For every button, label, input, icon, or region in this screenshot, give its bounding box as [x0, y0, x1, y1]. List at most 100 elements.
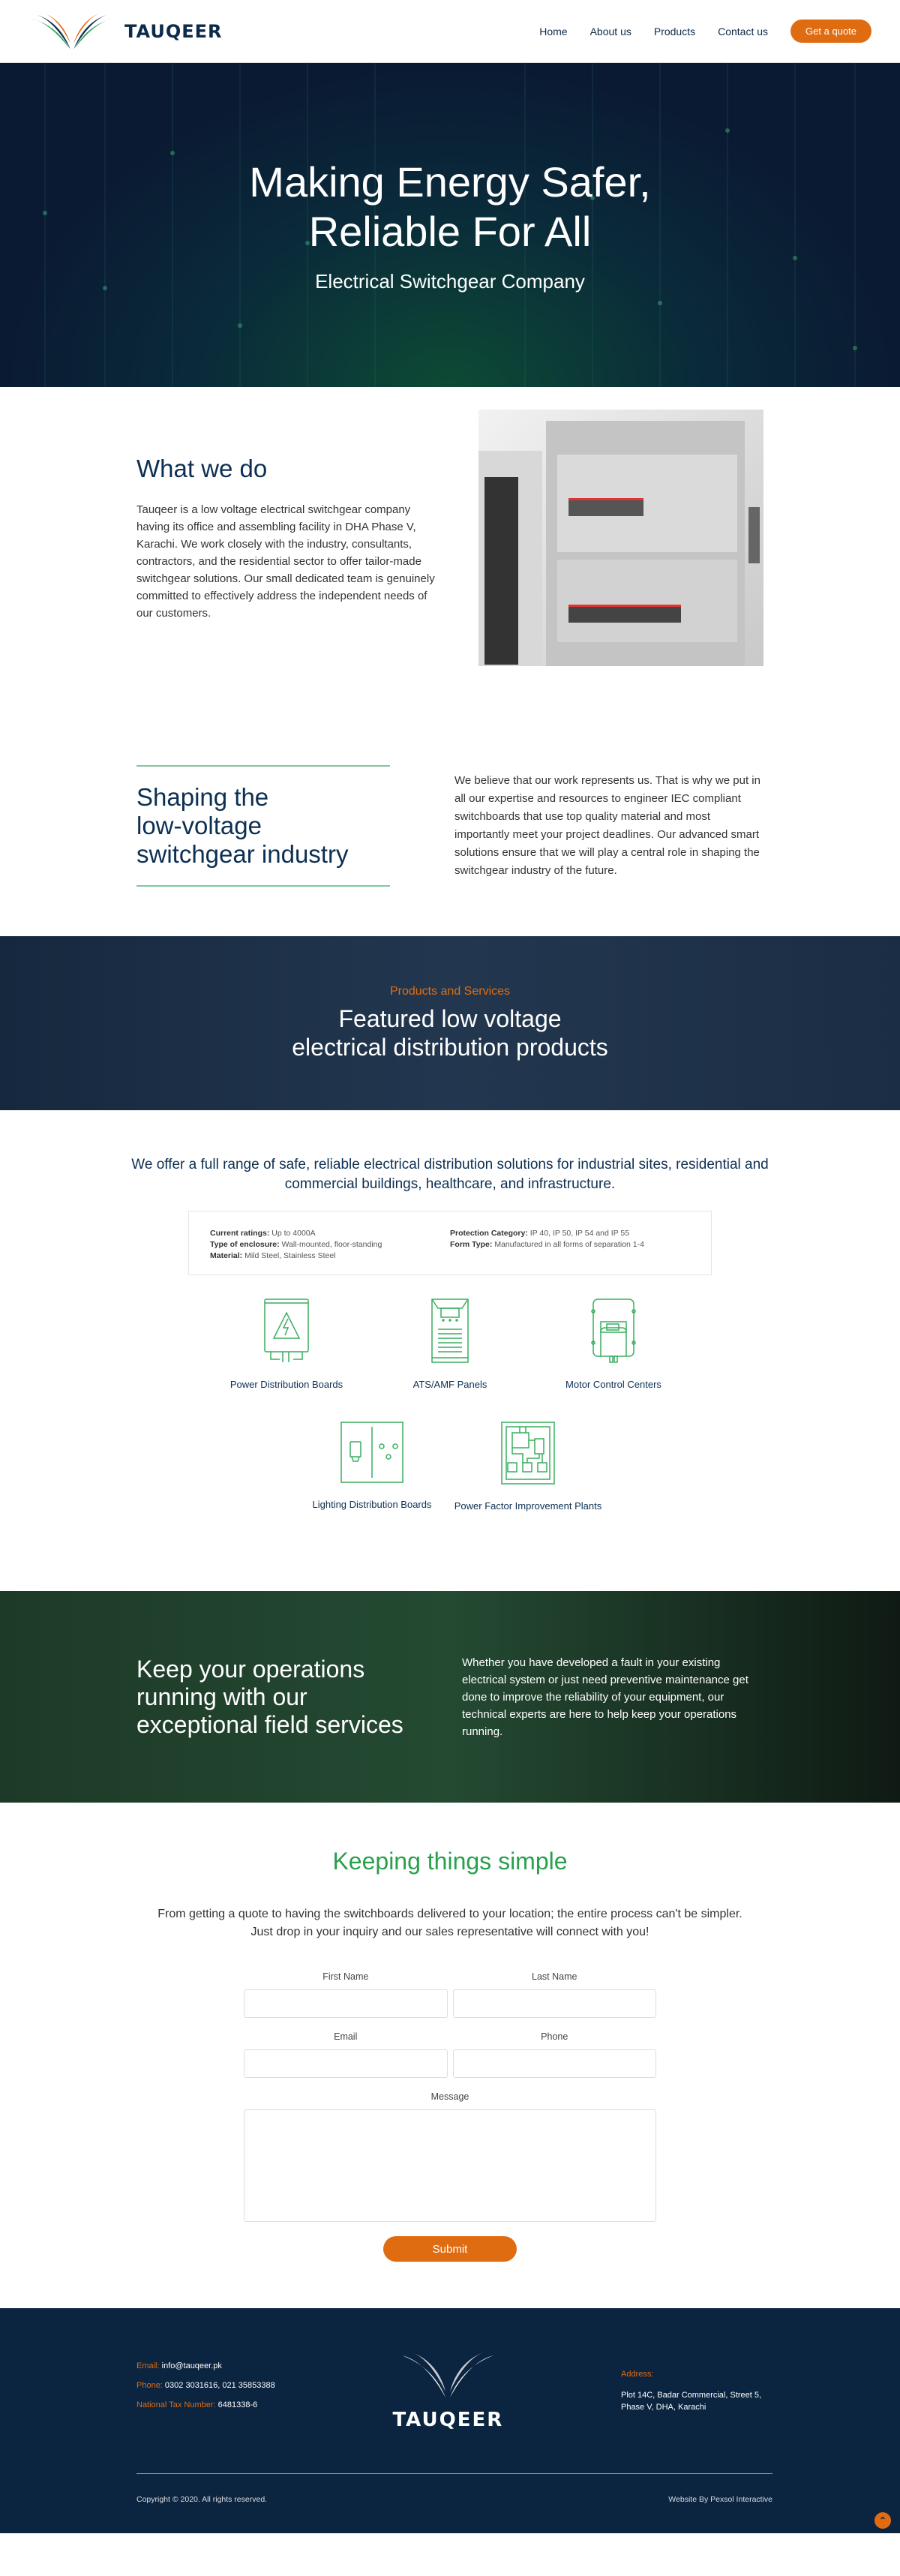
shaping-title: Shaping the low-voltage switchgear indus…	[136, 783, 390, 869]
footer-email: Email: info@tauqeer.pk	[136, 2361, 275, 2370]
field-services-title: Keep your operations running with our ex…	[136, 1655, 404, 1738]
site-header: TAUQEER Home About us Products Contact u…	[0, 0, 900, 63]
nav-about[interactable]: About us	[590, 26, 632, 38]
phone-value: 0302 3031616, 021 35853388	[162, 2381, 275, 2390]
ats-amf-panel-icon	[431, 1299, 469, 1363]
hero-subtitle: Electrical Switchgear Company	[315, 269, 585, 293]
footer-logo[interactable]: TAUQEER	[392, 2351, 503, 2431]
field-services-body: Whether you have developed a fault in yo…	[462, 1656, 748, 1738]
hero-title-line-2: Reliable For All	[308, 207, 592, 255]
chevron-up-icon: ⌃	[878, 2515, 887, 2526]
spec-value: Mild Steel, Stainless Steel	[242, 1251, 336, 1260]
message-label: Message	[430, 2091, 470, 2102]
phone-input[interactable]	[452, 2049, 656, 2078]
product-card[interactable]: ATS/AMF Panels	[368, 1298, 532, 1391]
spec-value: Up to 4000A	[269, 1229, 316, 1238]
email-key: Email:	[136, 2361, 160, 2370]
power-factor-plant-icon	[501, 1422, 555, 1485]
spec-key: Material:	[210, 1251, 243, 1260]
spec-key: Type of enclosure:	[210, 1240, 280, 1249]
hero-section: Making Energy Safer, Reliable For All El…	[0, 63, 900, 387]
nav-contact[interactable]: Contact us	[718, 26, 768, 38]
submit-button[interactable]: Submit	[383, 2236, 517, 2262]
products-eyebrow: Products and Services	[389, 985, 511, 998]
product-label: ATS/AMF Panels	[412, 1379, 488, 1390]
hero-title: Making Energy Safer, Reliable For All	[249, 158, 650, 257]
site-footer: Email: info@tauqeer.pk Phone: 0302 30316…	[0, 2308, 900, 2533]
product-label: Power Distribution Boards	[230, 1379, 344, 1390]
logo-wings-icon	[402, 2352, 494, 2397]
spec-item: Type of enclosure: Wall-mounted, floor-s…	[210, 1239, 450, 1250]
product-label: Power Factor Improvement Plants	[454, 1500, 602, 1512]
spec-key: Form Type:	[450, 1240, 493, 1249]
ntn-key: National Tax Number:	[136, 2400, 216, 2409]
contact-section: Keeping things simple From getting a quo…	[0, 1803, 900, 2262]
spec-key: Protection Category:	[450, 1229, 528, 1238]
shaping-title-line-1: Shaping the	[136, 783, 269, 811]
footer-logo-text: TAUQEER	[392, 2408, 504, 2431]
email-label: Email	[334, 2031, 358, 2042]
footer-contact: Email: info@tauqeer.pk Phone: 0302 30316…	[136, 2361, 275, 2420]
nav-home[interactable]: Home	[539, 26, 567, 38]
spec-value: Manufactured in all forms of separation …	[492, 1240, 644, 1249]
phone-label: Phone	[541, 2031, 568, 2042]
message-textarea[interactable]	[244, 2109, 656, 2222]
shaping-title-line-3: switchgear industry	[136, 840, 349, 868]
spec-value: IP 40, IP 50, IP 54 and IP 55	[527, 1229, 630, 1238]
spec-item: Current ratings: Up to 4000A	[210, 1228, 450, 1239]
hero-title-line-1: Making Energy Safer,	[249, 158, 651, 206]
shaping-title-line-2: low-voltage	[136, 812, 262, 839]
switchboard-photo	[478, 410, 764, 666]
spec-item: Form Type: Manufactured in all forms of …	[450, 1239, 690, 1250]
products-row-1: Power Distribution Boards ATS/AMF Panels…	[0, 1298, 900, 1391]
footer-ntn: National Tax Number: 6481338-6	[136, 2400, 275, 2409]
power-distribution-board-icon	[264, 1299, 309, 1362]
product-card[interactable]: Lighting Distribution Boards	[294, 1421, 450, 1512]
address-value: Plot 14C, Badar Commercial, Street 5, Ph…	[620, 2391, 762, 2412]
footer-address: Address: Plot 14C, Badar Commercial, Str…	[621, 2368, 764, 2413]
back-to-top-button[interactable]: ⌃	[874, 2512, 891, 2529]
product-card[interactable]: Motor Control Centers	[532, 1298, 695, 1391]
quote-form: First Name Last Name Email Phone Message…	[244, 1971, 656, 2262]
products-title-line-2: electrical distribution products	[292, 1034, 608, 1061]
spec-item: Protection Category: IP 40, IP 50, IP 54…	[450, 1228, 690, 1239]
logo-text: TAUQEER	[124, 20, 223, 42]
what-we-do-body: Tauqeer is a low voltage electrical swit…	[136, 503, 435, 620]
products-banner: Products and Services Featured low volta…	[0, 936, 900, 1110]
product-card[interactable]: Power Distribution Boards	[205, 1298, 368, 1391]
spec-value: Wall-mounted, floor-standing	[279, 1240, 382, 1249]
footer-phone: Phone: 0302 3031616, 021 35853388	[136, 2381, 275, 2390]
copyright: Copyright © 2020. All rights reserved.	[136, 2495, 268, 2504]
field-services-section: Keep your operations running with our ex…	[0, 1591, 900, 1803]
shaping-body: We believe that our work represents us. …	[454, 774, 760, 877]
main-nav: Home About us Products Contact us Get a …	[539, 20, 872, 43]
logo[interactable]: TAUQEER	[27, 11, 223, 53]
specs-left: Current ratings: Up to 4000A Type of enc…	[210, 1228, 450, 1260]
logo-wings-icon	[30, 13, 114, 50]
contact-intro: From getting a quote to having the switc…	[158, 1908, 742, 1938]
nav-products[interactable]: Products	[654, 26, 695, 38]
phone-key: Phone:	[136, 2381, 163, 2390]
credit-link[interactable]: Website By Pexsol Interactive	[668, 2495, 772, 2504]
what-we-do-title: What we do	[136, 454, 268, 482]
first-name-label: First Name	[322, 1971, 369, 1982]
last-name-label: Last Name	[532, 1971, 578, 1982]
shaping-section: Shaping the low-voltage switchgear indus…	[0, 762, 900, 890]
specs-box: Current ratings: Up to 4000A Type of enc…	[188, 1211, 712, 1275]
last-name-input[interactable]	[452, 1989, 656, 2018]
motor-control-center-icon	[591, 1299, 636, 1363]
ntn-value: 6481338-6	[215, 2400, 258, 2409]
product-label: Lighting Distribution Boards	[312, 1499, 432, 1510]
products-row-2: Lighting Distribution Boards Power Facto…	[0, 1421, 900, 1512]
product-card[interactable]: Power Factor Improvement Plants	[450, 1421, 606, 1512]
email-input[interactable]	[244, 2049, 448, 2078]
contact-title: Keeping things simple	[332, 1848, 568, 1875]
product-label: Motor Control Centers	[566, 1379, 662, 1390]
first-name-input[interactable]	[244, 1989, 448, 2018]
products-title-line-1: Featured low voltage	[338, 1005, 562, 1032]
email-link[interactable]: info@tauqeer.pk	[160, 2361, 222, 2370]
offer-statement: We offer a full range of safe, reliable …	[131, 1157, 769, 1192]
products-banner-title: Featured low voltage electrical distribu…	[292, 1004, 608, 1061]
what-we-do-section: What we do Tauqeer is a low voltage elec…	[0, 387, 900, 666]
get-quote-button[interactable]: Get a quote	[790, 20, 872, 43]
